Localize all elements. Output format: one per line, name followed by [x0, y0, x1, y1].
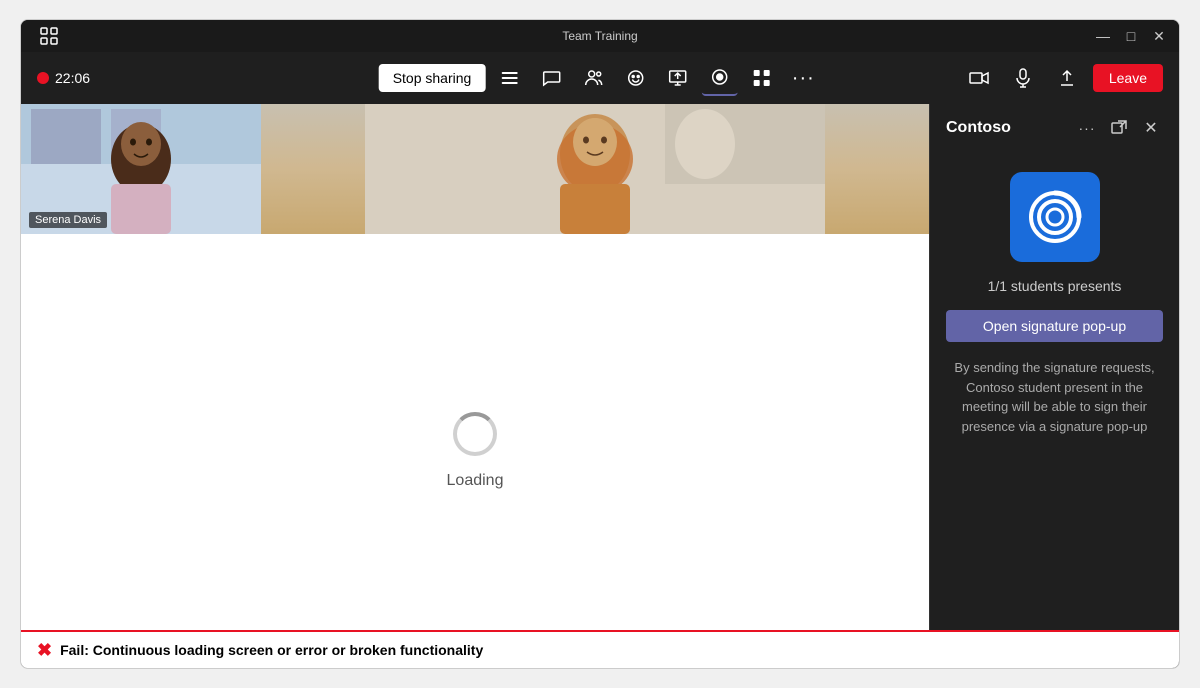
- panel-header: Contoso ··· ✕: [930, 104, 1179, 152]
- panel-description: By sending the signature requests, Conto…: [946, 358, 1163, 436]
- contoso-logo: [1010, 172, 1100, 262]
- person2-video-feed: [261, 104, 929, 234]
- apps-grid-icon[interactable]: [743, 60, 779, 96]
- window-title: Team Training: [562, 29, 637, 43]
- maximize-button[interactable]: □: [1123, 28, 1139, 44]
- reactions-icon[interactable]: [617, 60, 653, 96]
- open-signature-popup-button[interactable]: Open signature pop-up: [946, 310, 1163, 342]
- toolbar-right-section: Leave: [961, 60, 1163, 96]
- panel-popout-icon[interactable]: [1107, 116, 1131, 140]
- title-bar: Team Training — □ ✕: [21, 20, 1179, 52]
- more-options-icon[interactable]: ···: [785, 60, 821, 96]
- loading-spinner: [453, 412, 497, 456]
- panel-more-options-icon[interactable]: ···: [1075, 116, 1099, 140]
- main-content: Serena Davis: [21, 104, 1179, 668]
- camera-icon[interactable]: [961, 60, 997, 96]
- participant-name-serena: Serena Davis: [29, 212, 107, 228]
- share-icon[interactable]: [659, 60, 695, 96]
- loading-text: Loading: [447, 472, 504, 490]
- participant-video-2: [261, 104, 929, 234]
- teams-window: Team Training — □ ✕ 22:06 Stop sharing: [20, 19, 1180, 669]
- chat-icon[interactable]: [533, 60, 569, 96]
- participant-video-serena: Serena Davis: [21, 104, 261, 234]
- video-area: Serena Davis: [21, 104, 929, 668]
- stop-sharing-button[interactable]: Stop sharing: [379, 64, 486, 92]
- panel-body: 1/1 students presents Open signature pop…: [930, 152, 1179, 668]
- error-banner: ✖ Fail: Continuous loading screen or err…: [21, 630, 1179, 668]
- record-icon[interactable]: [701, 60, 737, 96]
- recording-time: 22:06: [55, 70, 90, 86]
- minimize-button[interactable]: —: [1095, 28, 1111, 44]
- error-icon: ✖: [37, 640, 52, 661]
- recording-dot: [37, 72, 49, 84]
- panel-title: Contoso: [946, 119, 1011, 137]
- upload-icon[interactable]: [1049, 60, 1085, 96]
- panel-close-icon[interactable]: ✕: [1139, 116, 1163, 140]
- students-count: 1/1 students presents: [988, 278, 1122, 294]
- close-button[interactable]: ✕: [1151, 28, 1167, 44]
- window-controls: — □ ✕: [1095, 28, 1167, 44]
- recording-badge: 22:06: [37, 70, 90, 86]
- app-grid-icon[interactable]: [33, 20, 65, 52]
- error-text: Fail: Continuous loading screen or error…: [60, 642, 483, 658]
- toolbar-center-section: Stop sharing: [379, 60, 822, 96]
- meeting-toolbar: 22:06 Stop sharing: [21, 52, 1179, 104]
- toolbar-left-section: 22:06: [37, 70, 90, 86]
- participants-icon[interactable]: [575, 60, 611, 96]
- mic-icon[interactable]: [1005, 60, 1041, 96]
- panel-header-icons: ··· ✕: [1075, 116, 1163, 140]
- side-panel: Contoso ··· ✕: [929, 104, 1179, 668]
- video-thumbnails: Serena Davis: [21, 104, 929, 234]
- leave-button[interactable]: Leave: [1093, 64, 1163, 92]
- loading-area: Loading: [21, 234, 929, 668]
- menu-icon[interactable]: [491, 60, 527, 96]
